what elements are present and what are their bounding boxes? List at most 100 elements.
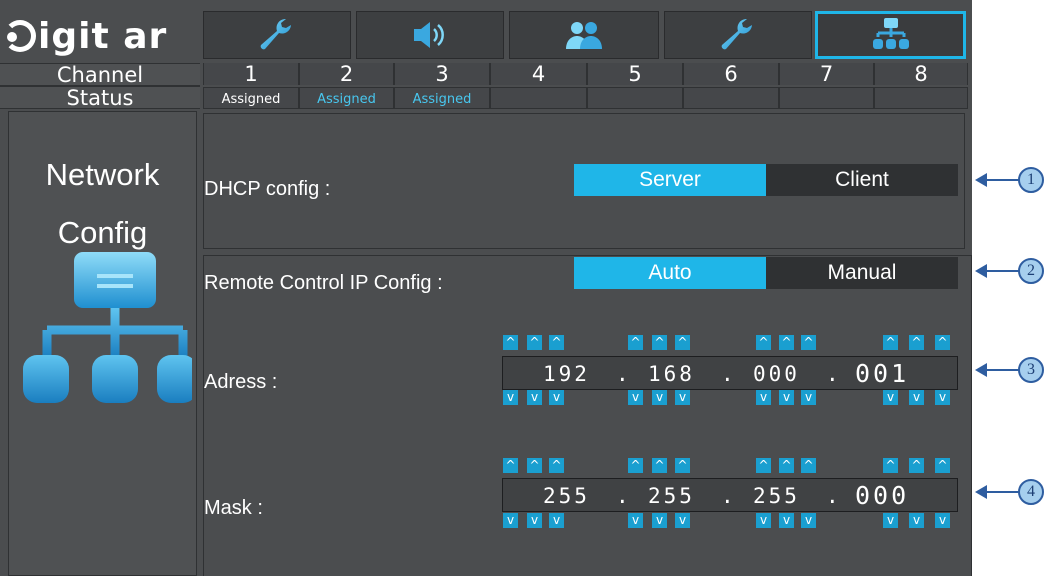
- tab-tools[interactable]: [664, 11, 812, 59]
- increment-arrow-button[interactable]: ^: [935, 458, 950, 473]
- increment-arrow-button[interactable]: ^: [801, 335, 816, 350]
- network-icon: [23, 252, 192, 403]
- channel-7[interactable]: 7: [779, 63, 874, 85]
- tab-network[interactable]: [815, 11, 966, 59]
- channel-6[interactable]: 6: [683, 63, 779, 85]
- increment-arrow-button[interactable]: ^: [756, 458, 771, 473]
- increment-arrow-button[interactable]: ^: [675, 335, 690, 350]
- callout-4: 4: [975, 477, 1045, 507]
- logo-d-mark: [4, 20, 36, 52]
- channel-row-label: Channel: [0, 63, 200, 86]
- tab-audio[interactable]: [356, 11, 504, 59]
- remote-auto-option[interactable]: Auto: [574, 257, 766, 289]
- mask-dot-3: .: [826, 484, 842, 508]
- decrement-arrow-button[interactable]: v: [756, 390, 771, 405]
- decrement-arrow-button[interactable]: v: [883, 390, 898, 405]
- sidebar: Network Config: [8, 111, 197, 576]
- dhcp-server-option[interactable]: Server: [574, 164, 766, 196]
- decrement-arrow-button[interactable]: v: [549, 513, 564, 528]
- network-config-screen: igit ar Channel Status 1 2 3 4 5 6 7 8 A…: [0, 0, 972, 576]
- decrement-arrow-button[interactable]: v: [801, 390, 816, 405]
- increment-arrow-button[interactable]: ^: [883, 335, 898, 350]
- mask-field[interactable]: 255 . 255 . 255 . 000: [502, 478, 958, 512]
- decrement-arrow-button[interactable]: v: [652, 390, 667, 405]
- callout-number: 3: [1018, 357, 1044, 383]
- decrement-arrow-button[interactable]: v: [935, 513, 950, 528]
- remote-manual-option[interactable]: Manual: [766, 257, 958, 289]
- decrement-arrow-button[interactable]: v: [756, 513, 771, 528]
- decrement-arrow-button[interactable]: v: [549, 390, 564, 405]
- increment-arrow-button[interactable]: ^: [652, 335, 667, 350]
- logo: igit ar: [0, 8, 200, 64]
- increment-arrow-button[interactable]: ^: [935, 335, 950, 350]
- decrement-arrow-button[interactable]: v: [527, 513, 542, 528]
- increment-arrow-button[interactable]: ^: [503, 335, 518, 350]
- increment-arrow-button[interactable]: ^: [652, 458, 667, 473]
- decrement-arrow-button[interactable]: v: [652, 513, 667, 528]
- tab-users[interactable]: [509, 11, 659, 59]
- decrement-arrow-button[interactable]: v: [503, 513, 518, 528]
- dhcp-label: DHCP config :: [204, 178, 331, 200]
- address-octet-3[interactable]: 000: [753, 357, 800, 391]
- increment-arrow-button[interactable]: ^: [779, 335, 794, 350]
- decrement-arrow-button[interactable]: v: [628, 513, 643, 528]
- address-dot-2: .: [721, 362, 737, 386]
- channel-2[interactable]: 2: [299, 63, 394, 85]
- address-octet-1[interactable]: 192: [543, 357, 590, 391]
- callout-2: 2: [975, 256, 1045, 286]
- address-dot-1: .: [616, 362, 632, 386]
- increment-arrow-button[interactable]: ^: [527, 458, 542, 473]
- status-cell-8: [874, 87, 968, 109]
- address-octet-2[interactable]: 168: [648, 357, 695, 391]
- increment-arrow-button[interactable]: ^: [675, 458, 690, 473]
- channel-5[interactable]: 5: [587, 63, 683, 85]
- decrement-arrow-button[interactable]: v: [675, 513, 690, 528]
- channel-1[interactable]: 1: [203, 63, 299, 85]
- decrement-arrow-button[interactable]: v: [801, 513, 816, 528]
- increment-arrow-button[interactable]: ^: [549, 335, 564, 350]
- remote-ip-panel: [203, 255, 972, 576]
- increment-arrow-button[interactable]: ^: [756, 335, 771, 350]
- address-dot-3: .: [826, 362, 842, 386]
- channel-3[interactable]: 3: [394, 63, 490, 85]
- increment-arrow-button[interactable]: ^: [909, 458, 924, 473]
- decrement-arrow-button[interactable]: v: [675, 390, 690, 405]
- users-icon: [566, 22, 602, 49]
- channel-4[interactable]: 4: [490, 63, 587, 85]
- status-cell-7: [779, 87, 874, 109]
- channel-8[interactable]: 8: [874, 63, 968, 85]
- speaker-icon: [414, 22, 444, 48]
- decrement-arrow-button[interactable]: v: [909, 513, 924, 528]
- decrement-arrow-button[interactable]: v: [935, 390, 950, 405]
- increment-arrow-button[interactable]: ^: [527, 335, 542, 350]
- tab-settings[interactable]: [203, 11, 351, 59]
- mask-dot-1: .: [616, 484, 632, 508]
- increment-arrow-button[interactable]: ^: [801, 458, 816, 473]
- mask-octet-2[interactable]: 255: [648, 479, 695, 513]
- sidebar-title-line1: Network: [45, 157, 160, 192]
- increment-arrow-button[interactable]: ^: [628, 458, 643, 473]
- increment-arrow-button[interactable]: ^: [503, 458, 518, 473]
- dhcp-client-option[interactable]: Client: [766, 164, 958, 196]
- mask-octet-1[interactable]: 255: [543, 479, 590, 513]
- increment-arrow-button[interactable]: ^: [883, 458, 898, 473]
- mask-octet-3[interactable]: 255: [753, 479, 800, 513]
- increment-arrow-button[interactable]: ^: [909, 335, 924, 350]
- decrement-arrow-button[interactable]: v: [779, 390, 794, 405]
- callout-1: 1: [975, 165, 1045, 195]
- mask-octet-4[interactable]: 000: [855, 479, 909, 513]
- callout-3: 3: [975, 355, 1045, 385]
- address-label: Adress :: [204, 371, 278, 393]
- address-field[interactable]: 192 . 168 . 000 . 001: [502, 356, 958, 390]
- increment-arrow-button[interactable]: ^: [779, 458, 794, 473]
- decrement-arrow-button[interactable]: v: [883, 513, 898, 528]
- decrement-arrow-button[interactable]: v: [779, 513, 794, 528]
- decrement-arrow-button[interactable]: v: [503, 390, 518, 405]
- address-octet-4[interactable]: 001: [855, 357, 909, 391]
- decrement-arrow-button[interactable]: v: [628, 390, 643, 405]
- mask-label: Mask :: [204, 497, 263, 519]
- increment-arrow-button[interactable]: ^: [549, 458, 564, 473]
- decrement-arrow-button[interactable]: v: [527, 390, 542, 405]
- increment-arrow-button[interactable]: ^: [628, 335, 643, 350]
- decrement-arrow-button[interactable]: v: [909, 390, 924, 405]
